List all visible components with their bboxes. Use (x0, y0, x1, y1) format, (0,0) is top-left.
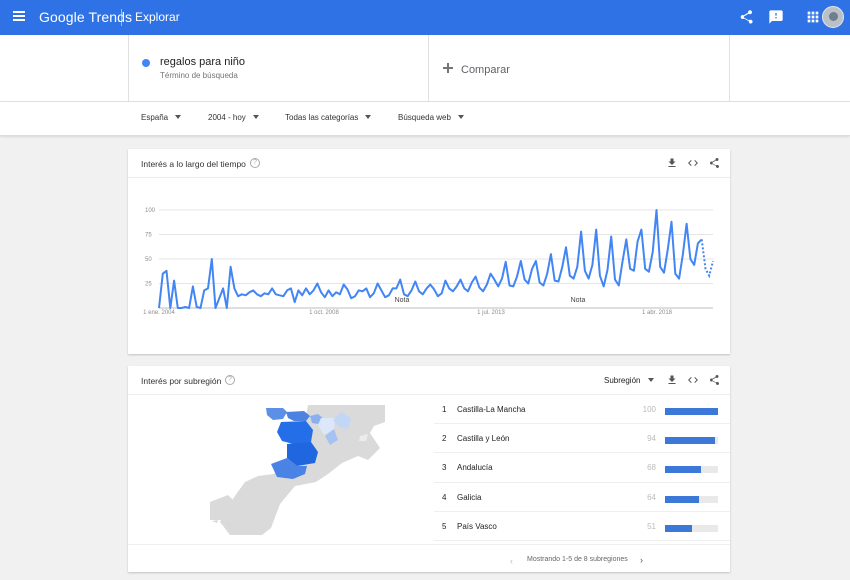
row-bar (665, 495, 718, 503)
row-bar (665, 524, 718, 532)
subregion-row[interactable]: 1 Castilla-La Mancha 100 (434, 395, 730, 425)
plus-icon (443, 63, 453, 73)
row-score: 100 (642, 405, 656, 414)
row-bar-fill (665, 524, 693, 532)
card-title: Interés a lo largo del tiempo (141, 159, 246, 169)
topbar-divider (121, 9, 122, 26)
row-score: 68 (647, 463, 656, 473)
help-icon[interactable]: ? (250, 158, 260, 168)
subregion-row[interactable]: 2 Castilla y León 94 (434, 424, 730, 454)
share-icon[interactable] (708, 157, 720, 169)
row-bar-fill (665, 408, 718, 415)
term-color-dot (142, 59, 150, 67)
row-score: 64 (647, 492, 656, 502)
next-page-icon[interactable]: › (640, 555, 643, 565)
page-title: Explorar (135, 10, 180, 24)
feedback-icon[interactable] (768, 9, 784, 25)
top-app-bar: Google Trends Explorar (0, 0, 850, 35)
pagination-text: Mostrando 1-5 de 8 subregiones (527, 556, 628, 563)
share-icon[interactable] (708, 374, 720, 386)
interest-line-chart: 100 75 50 25 1 ene. 2004 1 oct. 2008 1 jul. 20… (143, 208, 714, 316)
partial-data-line[interactable] (700, 239, 714, 279)
menu-icon[interactable] (10, 9, 28, 27)
y-tick-label: 100 (145, 208, 156, 214)
filter-bar: España 2004 - hoy Todas las categorías B… (0, 102, 850, 136)
caret-down-icon (252, 115, 259, 119)
card-header: Interés por subregión ? Subregión (128, 366, 730, 395)
row-bar (665, 437, 718, 445)
embed-icon[interactable] (687, 374, 699, 386)
row-name: Galicia (457, 492, 482, 502)
spain-subregion-map[interactable] (210, 402, 385, 535)
subregion-select[interactable]: Subregión (604, 376, 655, 385)
row-bar (665, 466, 718, 474)
subregion-pagination: ‹ Mostrando 1-5 de 8 subregiones › (128, 544, 730, 572)
row-rank: 1 (442, 405, 447, 414)
y-tick-label: 25 (145, 282, 152, 288)
row-name: Castilla y León (457, 434, 510, 444)
row-score: 94 (647, 434, 656, 444)
caret-down-icon (175, 115, 182, 119)
card-header: Interés a lo largo del tiempo ? (128, 149, 730, 178)
help-icon[interactable]: ? (225, 375, 235, 385)
compare-button[interactable]: Comparar (429, 35, 730, 102)
row-rank: 2 (442, 434, 447, 444)
y-tick-label: 50 (145, 257, 152, 263)
row-name: Andalucía (457, 463, 493, 473)
search-type-filter[interactable]: Búsqueda web (398, 113, 464, 122)
x-tick-label: 1 oct. 2008 (309, 310, 339, 316)
row-bar-fill (665, 466, 702, 474)
account-avatar[interactable] (822, 6, 844, 28)
search-term-card[interactable]: regalos para niño Término de búsqueda (128, 35, 429, 102)
row-rank: 4 (442, 492, 447, 502)
embed-icon[interactable] (687, 157, 699, 169)
previous-page-icon[interactable]: ‹ (510, 556, 513, 566)
country-filter[interactable]: España (141, 113, 182, 122)
row-bar-fill (665, 495, 699, 503)
subregion-row[interactable]: 5 País Vasco 51 (434, 512, 730, 541)
subregion-row[interactable]: 3 Andalucía 68 (434, 453, 730, 483)
row-bar (665, 408, 718, 415)
category-filter[interactable]: Todas las categorías (285, 113, 372, 122)
apps-icon[interactable] (805, 9, 821, 25)
card-title: Interés por subregión (141, 376, 222, 386)
share-icon[interactable] (738, 9, 754, 25)
x-tick-label: 1 ene. 2004 (143, 310, 175, 316)
caret-down-icon (648, 378, 655, 382)
search-term-type: Término de búsqueda (160, 71, 238, 80)
row-name: Castilla-La Mancha (457, 405, 526, 414)
download-icon[interactable] (666, 157, 678, 169)
row-rank: 5 (442, 521, 447, 531)
search-term-row: regalos para niño Término de búsqueda Co… (0, 35, 850, 102)
row-bar-fill (665, 437, 715, 445)
subregion-list: 1 Castilla-La Mancha 100 2 Castilla y Le… (434, 395, 730, 541)
download-icon[interactable] (666, 374, 678, 386)
caret-down-icon (365, 115, 372, 119)
x-tick-label: 1 abr. 2018 (642, 310, 673, 316)
compare-label: Comparar (461, 64, 510, 76)
chart-note-label[interactable]: Nota (395, 297, 410, 304)
interest-over-time-card: Interés a lo largo del tiempo ? 100 75 50 2… (128, 149, 730, 354)
row-name: País Vasco (457, 521, 497, 531)
subregion-row[interactable]: 4 Galicia 64 (434, 483, 730, 512)
row-score: 51 (647, 521, 656, 531)
search-term[interactable]: regalos para niño (160, 56, 245, 68)
y-tick-label: 75 (145, 233, 152, 239)
row-rank: 3 (442, 463, 447, 473)
chart-note-label[interactable]: Nota (571, 297, 586, 304)
x-tick-label: 1 jul. 2013 (477, 310, 505, 316)
caret-down-icon (457, 115, 464, 119)
time-filter[interactable]: 2004 - hoy (208, 113, 259, 122)
google-trends-logo[interactable]: Google Trends (39, 9, 132, 25)
interest-by-subregion-card: Interés por subregión ? Subregión 1 Cast… (128, 366, 730, 572)
